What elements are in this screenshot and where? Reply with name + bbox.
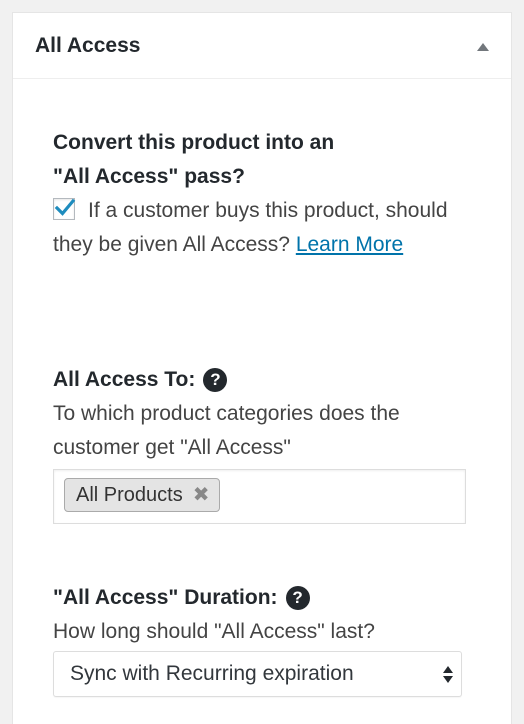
collapse-toggle-icon[interactable]	[477, 43, 489, 51]
all-access-checkbox[interactable]	[53, 198, 76, 220]
metabox-header[interactable]: All Access	[13, 13, 511, 79]
convert-heading-line2: "All Access" pass?	[53, 165, 245, 188]
convert-checkbox-row: If a customer buys this product, should …	[53, 194, 473, 262]
all-access-metabox: All Access Convert this product into an …	[12, 12, 512, 724]
question-circle-icon[interactable]: ?	[285, 586, 310, 610]
duration-description: How long should "All Access" last?	[53, 620, 375, 643]
category-tag: All Products ✖	[64, 478, 221, 512]
question-circle-icon[interactable]: ?	[203, 368, 228, 392]
access-to-heading-label: All Access To:	[53, 368, 196, 391]
convert-section: Convert this product into an "All Access…	[53, 126, 473, 262]
duration-selected-value: Sync with Recurring expiration	[70, 662, 354, 685]
convert-heading-line1: Convert this product into an	[53, 131, 335, 154]
access-to-description: To which product categories does the cus…	[53, 402, 400, 459]
duration-heading: "All Access" Duration: ?	[53, 581, 473, 615]
duration-select[interactable]: Sync with Recurring expiration	[53, 651, 462, 697]
convert-heading: Convert this product into an "All Access…	[53, 126, 473, 194]
metabox-title: All Access	[35, 34, 141, 57]
select-arrows-icon	[443, 665, 453, 683]
access-to-heading: All Access To: ?	[53, 363, 473, 397]
duration-section: "All Access" Duration: ? How long should…	[53, 581, 473, 697]
checkmark-icon	[54, 198, 76, 216]
learn-more-link[interactable]: Learn More	[296, 233, 403, 256]
category-tag-label: All Products	[76, 484, 183, 506]
duration-heading-label: "All Access" Duration:	[53, 586, 278, 609]
category-select-input[interactable]: All Products ✖	[53, 469, 466, 524]
access-to-section: All Access To: ? To which product catego…	[53, 363, 473, 524]
remove-tag-icon[interactable]: ✖	[193, 478, 210, 512]
